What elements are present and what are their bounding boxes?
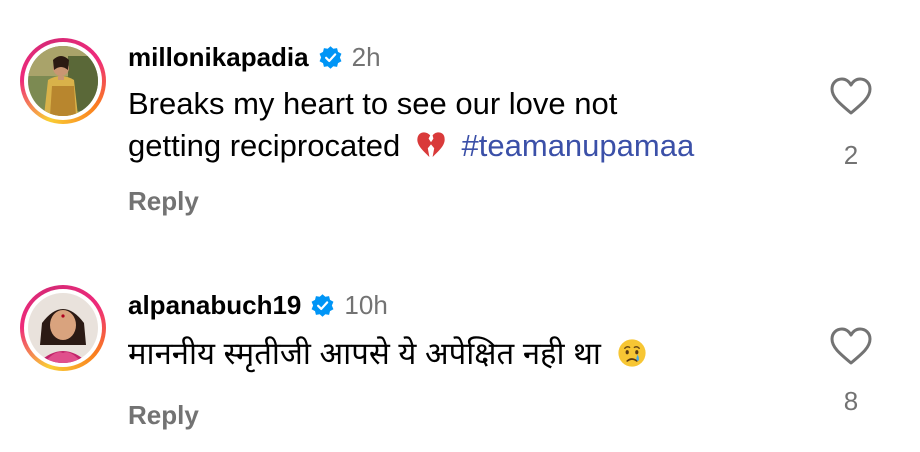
username[interactable]: alpanabuch19 [128,290,301,320]
comment-text-line: getting reciprocated [128,128,401,163]
like-count[interactable]: 2 [826,140,876,171]
story-ring[interactable] [20,38,106,124]
username[interactable]: millonikapadia [128,42,309,72]
avatar-photo [28,46,98,116]
broken-heart-icon [415,129,447,161]
avatar-photo [28,293,98,363]
reply-button[interactable]: Reply [128,400,199,431]
comment-timestamp: 2h [351,42,381,72]
comment-timestamp: 10h [344,290,388,320]
story-ring[interactable] [20,285,106,371]
avatar[interactable] [28,46,98,116]
comment-item: alpanabuch19 10h माननीय स्मृतीजी आपसे ये… [0,240,920,452]
reply-button[interactable]: Reply [128,186,199,217]
comment-text-line: Breaks my heart to see our love not [128,86,618,121]
verified-badge-icon [310,293,335,318]
comment-text: Breaks my heart to see our love not gett… [128,83,808,167]
crying-face-icon [616,337,648,369]
hashtag-link[interactable]: #teamanupamaa [462,128,695,163]
avatar[interactable] [28,293,98,363]
comment-text-line: माननीय स्मृतीजी आपसे ये अपेक्षित नही था [128,336,601,371]
like-heart-icon[interactable] [829,326,873,366]
comment-item: millonikapadia 2h Breaks my heart to see… [0,0,920,240]
verified-badge-icon [318,45,343,70]
like-heart-icon[interactable] [829,76,873,116]
like-count[interactable]: 8 [826,386,876,417]
comment-text: माननीय स्मृतीजी आपसे ये अपेक्षित नही था [128,333,808,375]
